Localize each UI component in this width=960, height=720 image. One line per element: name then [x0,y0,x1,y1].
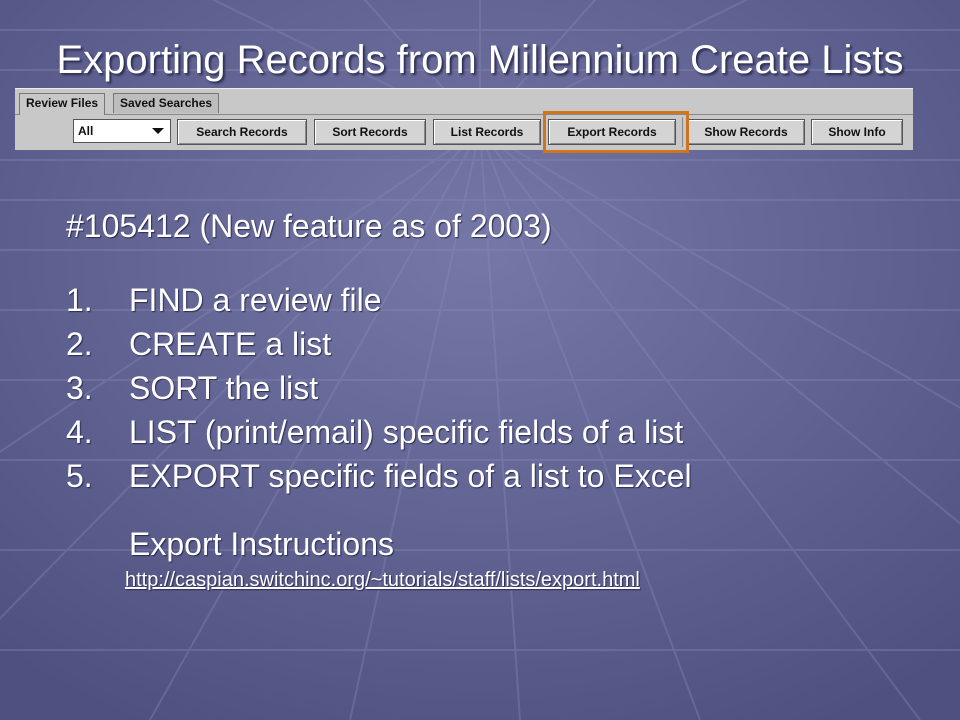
step-number: 5. [66,458,93,494]
step-number: 3. [66,370,93,406]
list-item: 5. EXPORT specific fields of a list to Ex… [66,454,692,498]
step-text: EXPORT specific fields of a list to Exce… [129,458,692,494]
slide-title: Exporting Records from Millennium Create… [56,38,904,82]
list-item: 1. FIND a review file [66,278,692,322]
list-item: 4. LIST (print/email) specific fields of … [66,410,692,454]
steps-list: 1. FIND a review file 2. CREATE a list 3. S… [66,278,692,498]
chevron-down-icon [152,128,164,134]
step-text: SORT the list [129,370,319,406]
show-records-button[interactable]: Show Records [687,119,805,145]
millennium-toolbar: Review Files Saved Searches All Search R… [15,88,913,153]
step-text: CREATE a list [129,326,332,362]
list-item: 3. SORT the list [66,366,692,410]
list-records-button[interactable]: List Records [433,119,541,145]
review-file-select[interactable]: All [73,119,171,143]
feature-heading: #105412 (New feature as of 2003) [66,208,552,244]
export-instructions-link[interactable]: http://caspian.switchinc.org/~tutorials/… [125,566,640,594]
list-item: 2. CREATE a list [66,322,692,366]
tab-divider [15,114,913,115]
step-text: LIST (print/email) specific fields of a … [129,414,684,450]
step-text: FIND a review file [129,282,382,318]
export-highlight-box [543,111,689,153]
select-value: All [78,124,94,138]
tab-saved-searches[interactable]: Saved Searches [113,93,220,113]
step-number: 1. [66,282,93,318]
search-records-button[interactable]: Search Records [177,119,307,145]
step-number: 4. [66,414,93,450]
sort-records-button[interactable]: Sort Records [314,119,426,145]
tab-review-files[interactable]: Review Files [19,93,106,115]
show-info-button[interactable]: Show Info [811,119,903,145]
step-number: 2. [66,326,93,362]
export-instructions-label: Export Instructions [129,526,394,562]
